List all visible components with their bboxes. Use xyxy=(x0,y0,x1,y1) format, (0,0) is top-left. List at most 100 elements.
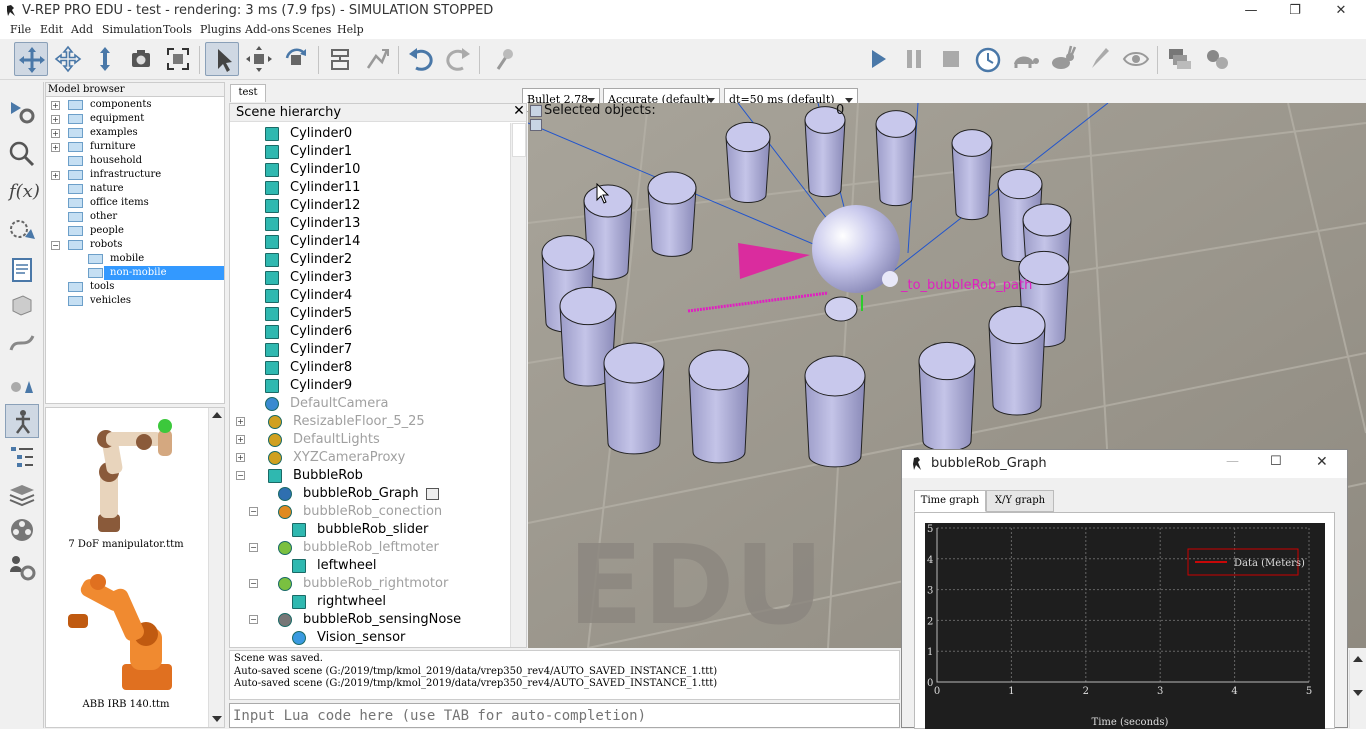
hierarchy-item[interactable]: Cylinder7 xyxy=(290,341,352,359)
model-folder-item[interactable]: office items xyxy=(84,196,224,210)
scrollbar-thumb[interactable] xyxy=(512,123,526,157)
time-graph-chart[interactable]: 0 1 2 3 4 5 0 1 2 3 4 5 Data (Meters) Time (seconds… xyxy=(925,523,1325,729)
restore-button[interactable]: ❐ xyxy=(1272,0,1318,22)
calculation-modules-icon[interactable]: f(x) xyxy=(5,173,40,207)
menu-addons[interactable]: Add-ons xyxy=(245,23,290,36)
camera-shift-icon[interactable] xyxy=(88,42,122,76)
close-icon[interactable]: ✕ xyxy=(1316,454,1328,470)
scroll-up-icon[interactable] xyxy=(212,412,222,418)
menu-scenes[interactable]: Scenes xyxy=(292,23,331,36)
selection-icon[interactable] xyxy=(5,137,39,171)
hierarchy-item[interactable]: Cylinder11 xyxy=(290,179,360,197)
start-simulation-icon[interactable] xyxy=(861,42,895,76)
user-settings-icon-2[interactable] xyxy=(5,550,39,584)
maximize-icon[interactable]: ☐ xyxy=(1270,454,1282,469)
hierarchy-item[interactable]: Cylinder4 xyxy=(290,287,352,305)
hierarchy-item[interactable]: Cylinder12 xyxy=(290,197,360,215)
undo-icon[interactable] xyxy=(404,42,438,76)
pause-simulation-icon[interactable] xyxy=(897,42,931,76)
expand-icon[interactable]: − xyxy=(249,507,258,516)
hierarchy-item[interactable]: leftwheel xyxy=(317,557,377,575)
hierarchy-item[interactable]: Cylinder1 xyxy=(290,143,352,161)
model-browser-icon[interactable] xyxy=(5,404,39,438)
expand-icon[interactable]: + xyxy=(51,143,60,152)
hierarchy-item[interactable]: Cylinder8 xyxy=(290,359,352,377)
scene-selector-icon[interactable] xyxy=(1200,42,1234,76)
model-folder-item[interactable]: infrastructure xyxy=(84,168,224,182)
model-folder-item[interactable]: tools xyxy=(84,280,224,294)
object-rotate-icon[interactable] xyxy=(279,42,313,76)
hierarchy-item[interactable]: Cylinder14 xyxy=(290,233,360,251)
object-shift-icon[interactable] xyxy=(242,42,276,76)
model-folder-item[interactable]: household xyxy=(84,154,224,168)
menu-help[interactable]: Help xyxy=(337,23,364,36)
video-recorder-icon[interactable] xyxy=(5,513,39,547)
expand-icon[interactable]: − xyxy=(249,579,258,588)
scroll-down-icon[interactable] xyxy=(1353,690,1363,696)
hierarchy-item[interactable]: Cylinder13 xyxy=(290,215,360,233)
model-folder-item[interactable]: non-mobile xyxy=(104,266,224,280)
page-selector-icon[interactable] xyxy=(1163,42,1197,76)
slow-down-icon[interactable] xyxy=(1008,42,1042,76)
scene-hierarchy-icon[interactable] xyxy=(5,440,39,474)
minimize-icon[interactable]: — xyxy=(1226,454,1239,469)
camera-rotate-icon[interactable] xyxy=(51,42,85,76)
lua-command-input[interactable] xyxy=(229,703,900,728)
scripts-icon[interactable] xyxy=(5,253,39,287)
hierarchy-item[interactable]: Vision_sensor xyxy=(317,629,405,647)
view-toggle-icon-2[interactable] xyxy=(530,119,542,131)
user-settings-icon[interactable] xyxy=(5,367,39,401)
model-folder-item[interactable]: vehicles xyxy=(84,294,224,308)
model-folder-item[interactable]: components xyxy=(84,98,224,112)
model-folder-item[interactable]: furniture xyxy=(84,140,224,154)
hierarchy-item[interactable]: Cylinder6 xyxy=(290,323,352,341)
hierarchy-item[interactable]: Cylinder3 xyxy=(290,269,352,287)
hierarchy-item[interactable]: BubbleRob xyxy=(293,467,363,485)
menu-edit[interactable]: Edit xyxy=(40,23,63,36)
abb-irb140-thumbnail[interactable] xyxy=(64,568,184,698)
model-folder-item[interactable]: nature xyxy=(84,182,224,196)
expand-icon[interactable]: − xyxy=(236,471,245,480)
scroll-up-icon[interactable] xyxy=(1353,656,1363,662)
path-edit-icon[interactable] xyxy=(5,326,39,360)
hierarchy-item[interactable]: DefaultLights xyxy=(293,431,380,449)
scroll-down-icon[interactable] xyxy=(212,716,222,722)
redo-icon[interactable] xyxy=(441,42,475,76)
hierarchy-item[interactable]: bubbleRob_Graph xyxy=(303,485,419,503)
status-scrollbar[interactable] xyxy=(1349,650,1366,728)
expand-icon[interactable]: + xyxy=(51,171,60,180)
menu-add[interactable]: Add xyxy=(71,23,93,36)
hierarchy-item[interactable]: rightwheel xyxy=(317,593,386,611)
expand-icon[interactable]: + xyxy=(51,115,60,124)
expand-icon[interactable]: + xyxy=(236,435,245,444)
close-window-button[interactable]: ✕ xyxy=(1318,0,1364,22)
assemble-icon[interactable] xyxy=(323,42,357,76)
hierarchy-item[interactable]: Cylinder9 xyxy=(290,377,352,395)
visualization-icon[interactable] xyxy=(1119,42,1153,76)
hierarchy-item[interactable]: bubbleRob_leftmoter xyxy=(303,539,439,557)
model-folder-item[interactable]: other xyxy=(84,210,224,224)
expand-icon[interactable]: + xyxy=(51,129,60,138)
tab-xy-graph[interactable]: X/Y graph xyxy=(986,490,1054,512)
view-toggle-icon[interactable] xyxy=(530,105,542,117)
model-folder-item[interactable]: robots xyxy=(84,238,224,252)
model-folder-item[interactable]: examples xyxy=(84,126,224,140)
camera-angle-icon[interactable] xyxy=(124,42,158,76)
hierarchy-scrollbar[interactable] xyxy=(510,123,526,647)
scene-tab-test[interactable]: test xyxy=(230,84,266,102)
simulation-settings-icon[interactable] xyxy=(5,94,39,128)
7dof-manipulator-thumbnail[interactable] xyxy=(64,414,184,542)
click-select-icon[interactable] xyxy=(205,42,239,76)
hierarchy-item[interactable]: Cylinder0 xyxy=(290,125,352,143)
fit-to-view-icon[interactable] xyxy=(161,42,195,76)
hierarchy-item[interactable]: Cylinder10 xyxy=(290,161,360,179)
hierarchy-item[interactable]: Cylinder2 xyxy=(290,251,352,269)
speed-up-icon[interactable] xyxy=(1045,42,1079,76)
stop-simulation-icon[interactable] xyxy=(934,42,968,76)
hierarchy-item[interactable]: bubbleRob_conection xyxy=(303,503,442,521)
layers-icon[interactable] xyxy=(5,478,39,512)
hierarchy-item[interactable]: Cylinder5 xyxy=(290,305,352,323)
expand-icon[interactable]: + xyxy=(51,101,60,110)
model-folder-item[interactable]: equipment xyxy=(84,112,224,126)
hierarchy-item[interactable]: ResizableFloor_5_25 xyxy=(293,413,425,431)
